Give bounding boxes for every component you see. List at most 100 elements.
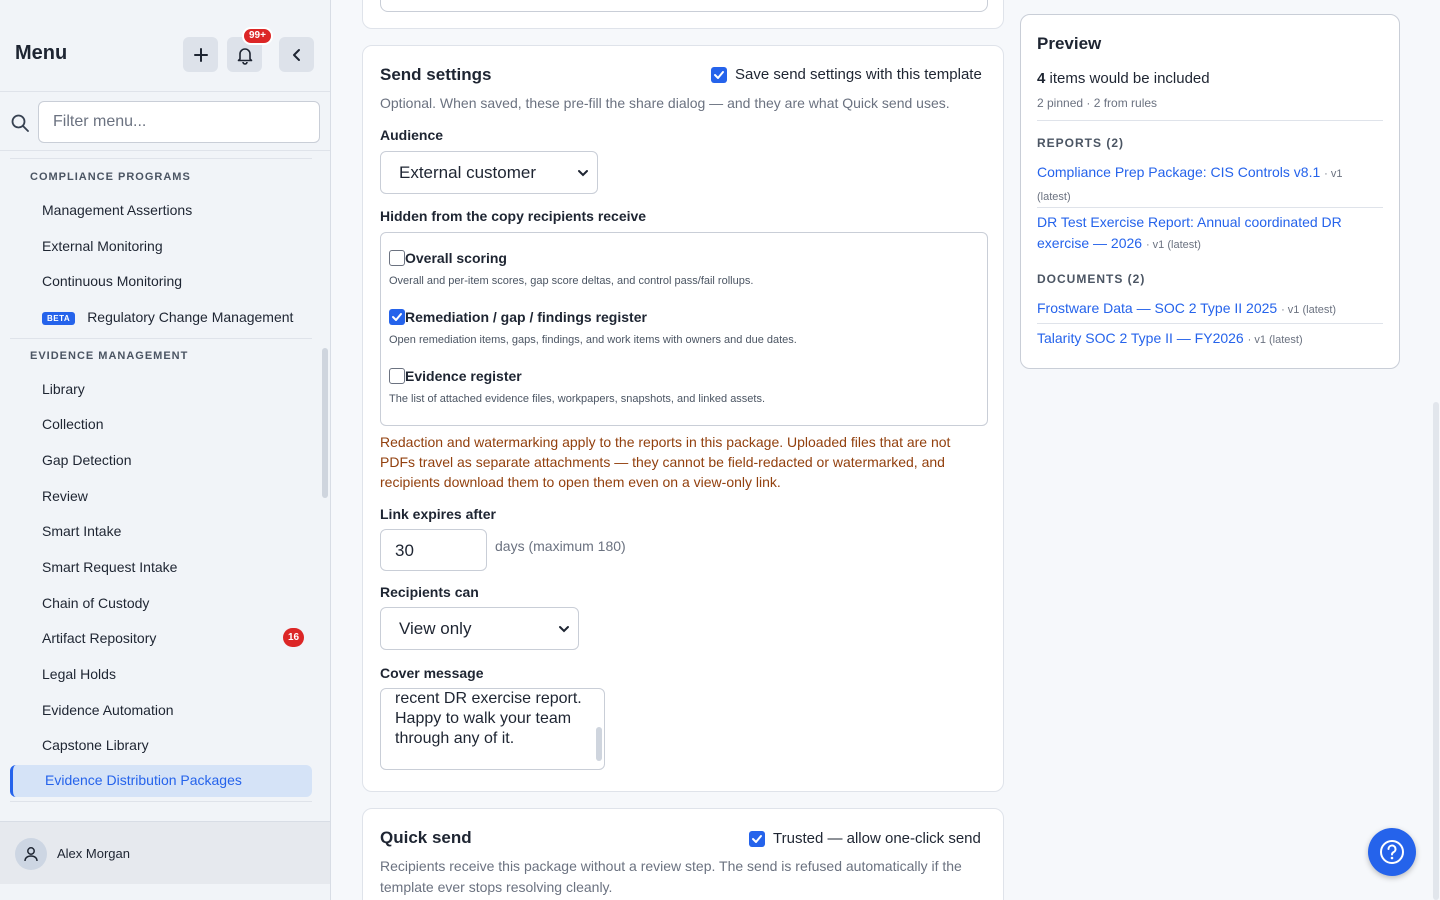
avatar (15, 838, 47, 870)
nav-item-legal-holds[interactable]: Legal Holds (42, 666, 116, 682)
cover-message-text: recent DR exercise report. Happy to walk… (395, 690, 582, 747)
add-button[interactable] (183, 37, 218, 72)
expires-hint: days (maximum 180) (495, 538, 626, 554)
check-icon (752, 834, 762, 843)
sidebar-title: Menu (15, 42, 68, 64)
report-link[interactable]: DR Test Exercise Report: Annual coordina… (1037, 212, 1377, 256)
nav-item-management-assertions[interactable]: Management Assertions (42, 202, 192, 218)
option-overall-scoring[interactable]: Overall scoring (389, 250, 507, 266)
preview-divider (1037, 323, 1383, 324)
check-icon (392, 313, 402, 321)
option-remediation-register[interactable]: Remediation / gap / findings register (389, 309, 647, 325)
previous-card-field (380, 0, 988, 12)
redaction-warning: Redaction and watermarking apply to the … (380, 434, 951, 490)
reports-section-label: REPORTS (2) (1037, 136, 1125, 150)
sidebar-scrollbar[interactable] (322, 348, 328, 498)
nav-item-regulatory-change-management[interactable]: BETA Regulatory Change Management (42, 309, 293, 325)
report-version: · v1 (latest) (1145, 239, 1201, 251)
bell-icon (237, 47, 252, 65)
nav-item-review[interactable]: Review (42, 488, 88, 504)
nav-section-evidence-management: EVIDENCE MANAGEMENT (30, 350, 189, 362)
option-description: Open remediation items, gaps, findings, … (389, 334, 797, 346)
document-name: Frostware Data — SOC 2 Type II 2025 (1037, 300, 1278, 316)
document-name: Talarity SOC 2 Type II — FY2026 (1037, 330, 1244, 346)
preview-divider (1037, 207, 1383, 208)
document-link[interactable]: Talarity SOC 2 Type II — FY2026 · v1 (la… (1037, 328, 1377, 351)
preview-title: Preview (1037, 34, 1102, 53)
option-title: Remediation / gap / findings register (405, 309, 647, 325)
report-link[interactable]: Compliance Prep Package: CIS Controls v8… (1037, 162, 1377, 208)
page-scrollbar[interactable] (1433, 402, 1439, 900)
nav-item-chain-of-custody[interactable]: Chain of Custody (42, 595, 149, 611)
sidebar: Menu 99+ COMPLIANCE PROGRAMS Management … (0, 0, 331, 900)
option-description: The list of attached evidence files, wor… (389, 393, 766, 405)
nav-divider (10, 158, 312, 159)
document-link[interactable]: Frostware Data — SOC 2 Type II 2025 · v1… (1037, 298, 1377, 321)
expires-label: Link expires after (380, 506, 496, 522)
nav-item-evidence-distribution-packages[interactable]: Evidence Distribution Packages (10, 765, 312, 797)
checkbox-checked[interactable] (389, 309, 405, 325)
help-icon (1380, 840, 1404, 864)
user-name: Alex Morgan (57, 846, 130, 861)
checkbox-unchecked[interactable] (389, 368, 405, 384)
user-icon (24, 847, 38, 862)
nav-item-evidence-automation[interactable]: Evidence Automation (42, 702, 174, 718)
nav-item-label: Regulatory Change Management (87, 309, 294, 325)
option-evidence-register[interactable]: Evidence register (389, 368, 522, 384)
collapse-sidebar-button[interactable] (279, 37, 314, 72)
recipients-can-label: Recipients can (380, 584, 479, 600)
nav-item-capstone-library[interactable]: Capstone Library (42, 737, 149, 753)
help-button[interactable] (1368, 828, 1416, 876)
document-version: · v1 (latest) (1247, 334, 1303, 346)
checkbox-checked[interactable] (749, 830, 765, 847)
nav-section-compliance-programs: COMPLIANCE PROGRAMS (30, 171, 191, 183)
preview-subtitle: 2 pinned · 2 from rules (1037, 96, 1158, 110)
checkbox-unchecked[interactable] (389, 250, 405, 266)
textarea-scrollbar[interactable] (596, 727, 602, 761)
trusted-label: Trusted — allow one-click send (773, 830, 981, 847)
trusted-checkbox[interactable]: Trusted — allow one-click send (749, 830, 981, 847)
hidden-fields-label: Hidden from the copy recipients receive (380, 208, 647, 224)
chevron-left-icon (292, 48, 300, 61)
nav-item-collection[interactable]: Collection (42, 416, 103, 432)
save-settings-checkbox[interactable]: Save send settings with this template (711, 66, 982, 83)
audience-label: Audience (380, 127, 444, 143)
nav-divider (10, 338, 312, 339)
preview-panel: Preview 4 items would be included 2 pinn… (1020, 14, 1400, 369)
sidebar-header: Menu 99+ (0, 0, 330, 92)
preview-count: 4 (1037, 70, 1046, 87)
quick-send-card: Quick send Trusted — allow one-click sen… (362, 808, 1004, 900)
audience-value: External customer (399, 163, 536, 182)
nav-item-continuous-monitoring[interactable]: Continuous Monitoring (42, 273, 182, 289)
sidebar-bottom-strip (0, 884, 330, 900)
notification-count-badge: 99+ (242, 27, 273, 45)
documents-section-label: DOCUMENTS (2) (1037, 272, 1146, 286)
nav-divider (10, 801, 312, 802)
nav-item-gap-detection[interactable]: Gap Detection (42, 452, 132, 468)
quick-send-description: Recipients receive this package without … (380, 858, 962, 895)
check-icon (714, 70, 724, 79)
checkbox-checked[interactable] (711, 66, 727, 83)
preview-divider (1037, 120, 1383, 121)
audience-select[interactable]: External customer (380, 151, 598, 194)
send-settings-title: Send settings (380, 65, 492, 84)
search-icon (11, 114, 29, 132)
beta-badge: BETA (42, 311, 76, 325)
expires-days-input[interactable]: 30 (380, 529, 487, 571)
chevron-down-icon (559, 626, 569, 633)
recipients-permission-select[interactable]: View only (380, 607, 579, 650)
artifact-count-badge: 16 (283, 628, 304, 647)
option-title: Evidence register (405, 368, 522, 384)
nav-item-external-monitoring[interactable]: External Monitoring (42, 238, 163, 254)
nav-item-artifact-repository[interactable]: Artifact Repository (42, 630, 156, 646)
nav-item-smart-request-intake[interactable]: Smart Request Intake (42, 559, 177, 575)
document-version: · v1 (latest) (1281, 304, 1337, 316)
filter-menu-input[interactable] (38, 101, 320, 143)
cover-message-textarea[interactable]: recent DR exercise report. Happy to walk… (380, 688, 605, 770)
nav-item-library[interactable]: Library (42, 381, 85, 397)
user-footer[interactable]: Alex Morgan (0, 821, 330, 884)
preview-count-text: items would be included (1049, 70, 1210, 87)
plus-icon (193, 47, 208, 62)
filter-bar (0, 93, 330, 151)
nav-item-smart-intake[interactable]: Smart Intake (42, 523, 121, 539)
